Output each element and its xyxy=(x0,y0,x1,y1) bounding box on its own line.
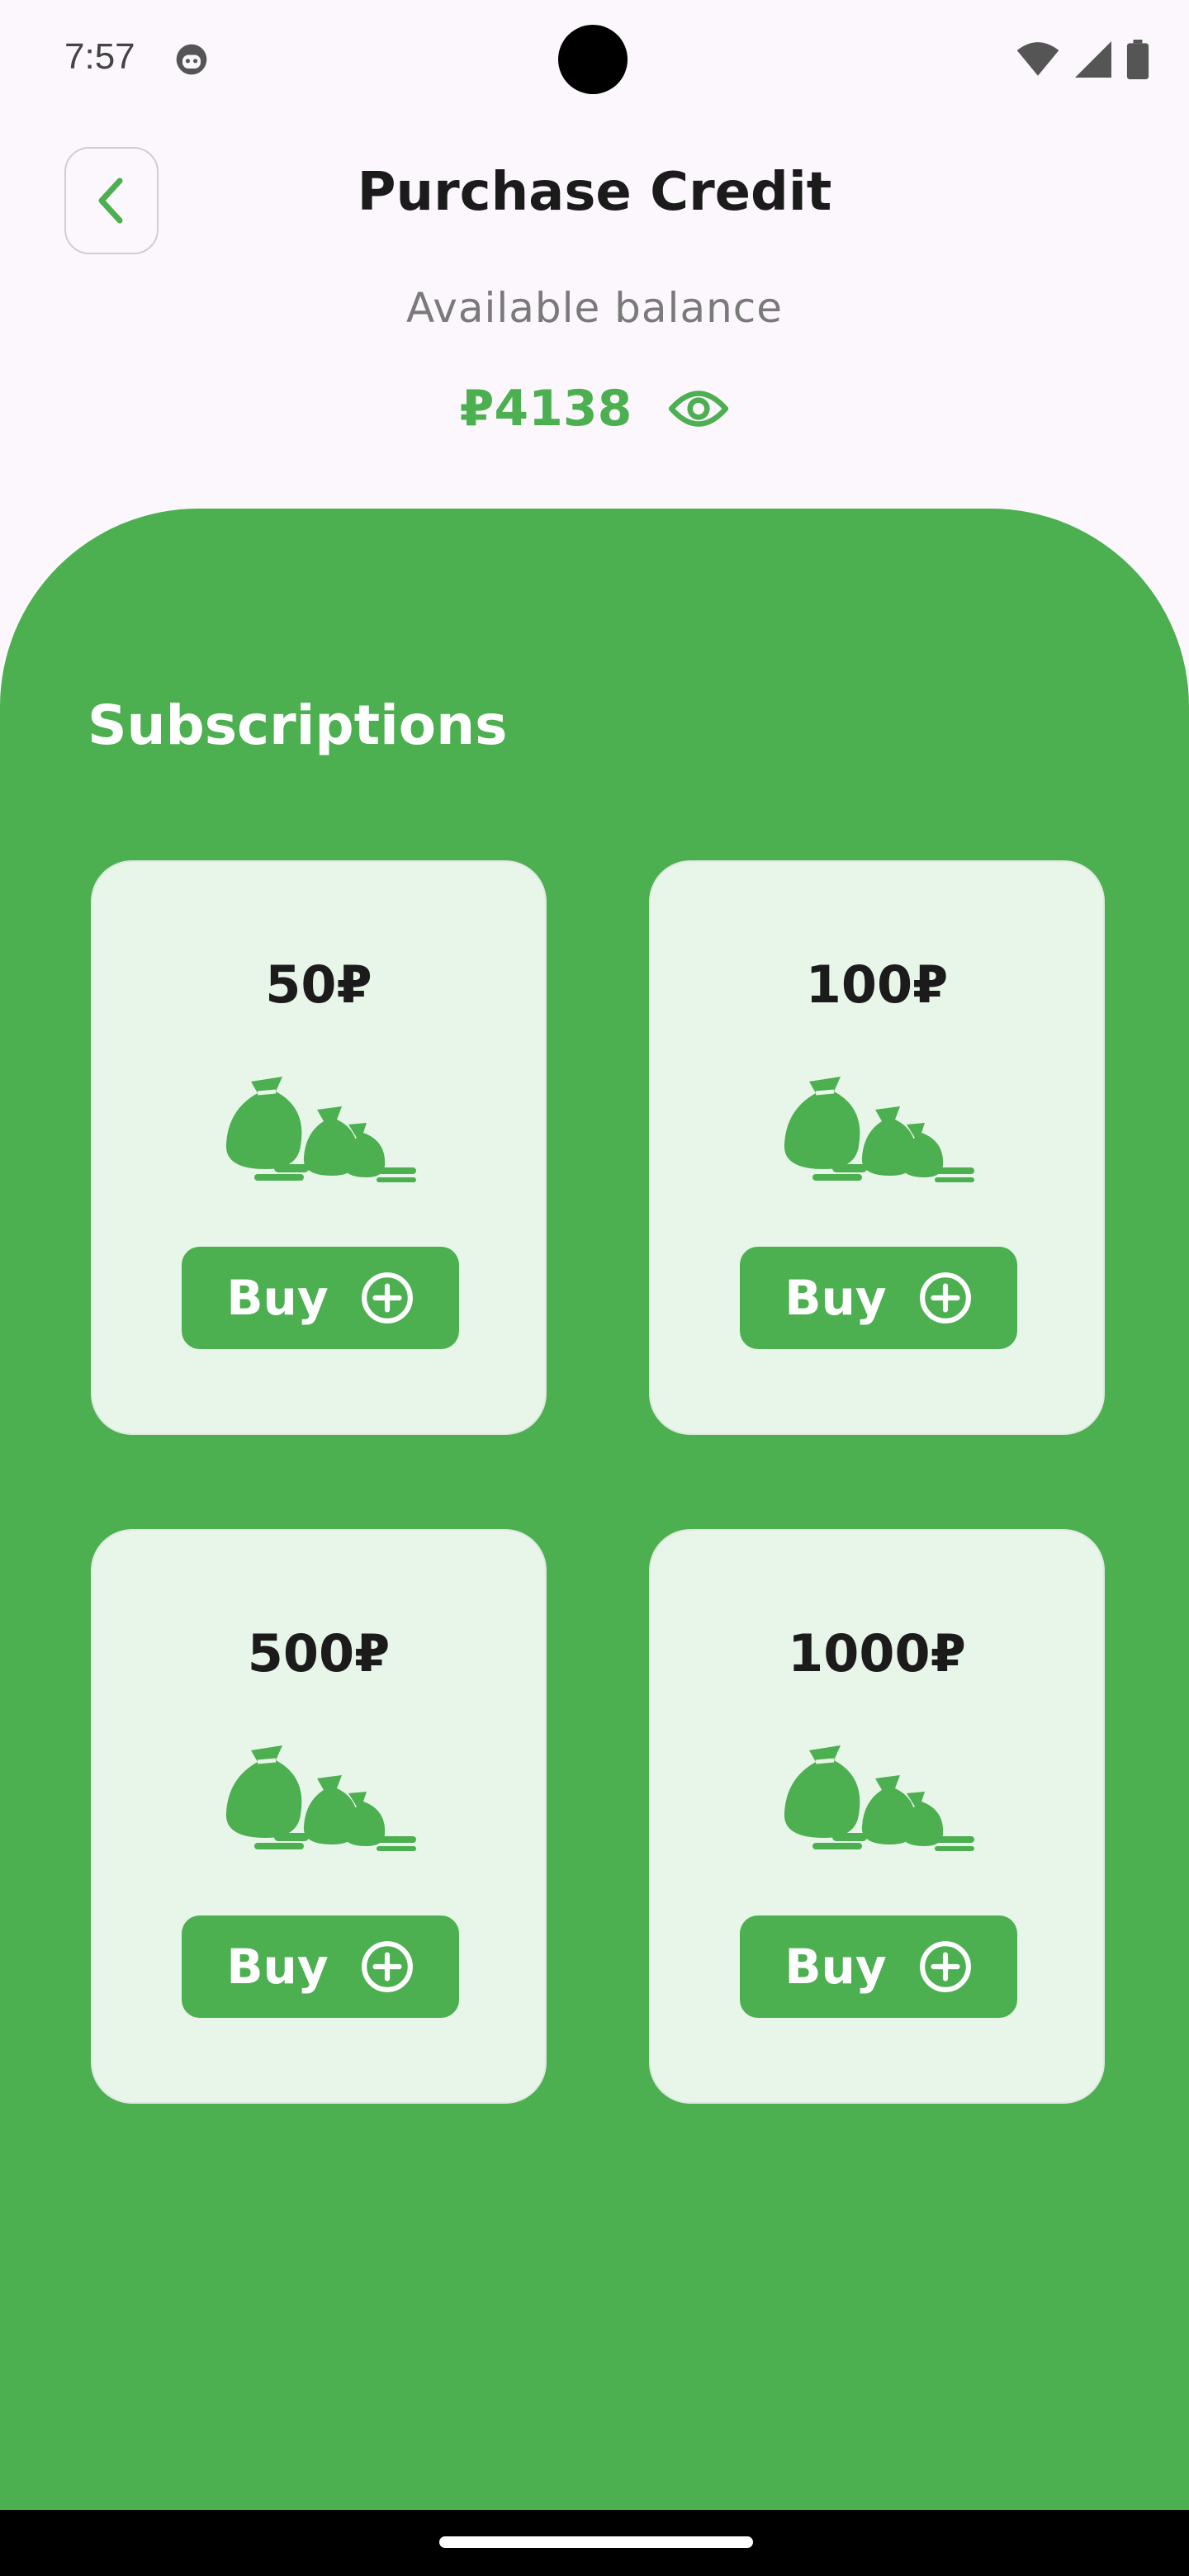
balance-label: Available balance xyxy=(405,284,784,332)
section-title: Subscriptions xyxy=(88,694,508,757)
purchase-credit-screen: 7:57 Purchase Credit Available balance ₽… xyxy=(0,0,1189,2576)
money-bags-icon xyxy=(225,1077,416,1182)
android-face-icon xyxy=(176,44,207,75)
money-bags-icon xyxy=(225,1745,416,1851)
buy-label: Buy xyxy=(784,1939,887,1995)
balance-amount: ₽4138 xyxy=(459,380,632,438)
subscription-card: 1000₽ Buy xyxy=(649,1529,1105,2104)
card-amount: 1000₽ xyxy=(788,1623,966,1683)
buy-label: Buy xyxy=(784,1270,887,1326)
money-bags-icon xyxy=(784,1077,974,1182)
card-amount: 500₽ xyxy=(247,1623,391,1683)
navigation-bar xyxy=(0,2510,1189,2576)
status-bar: 7:57 xyxy=(0,0,1189,124)
camera-cutout xyxy=(558,25,628,94)
subscription-card: 500₽ Buy xyxy=(91,1529,547,2104)
buy-button[interactable]: Buy xyxy=(740,1247,1017,1349)
cellular-signal-icon xyxy=(1075,41,1111,78)
buy-button[interactable]: Buy xyxy=(740,1915,1017,2018)
status-icons xyxy=(1016,40,1149,79)
buy-label: Buy xyxy=(226,1270,329,1326)
plus-circle-icon xyxy=(919,1941,971,1992)
plus-circle-icon xyxy=(919,1272,971,1324)
plus-circle-icon xyxy=(361,1272,413,1324)
plus-circle-icon xyxy=(361,1941,413,1992)
buy-button[interactable]: Buy xyxy=(182,1915,459,2018)
money-bags-icon xyxy=(784,1745,974,1851)
subscription-card: 50₽ Buy xyxy=(91,860,547,1435)
subscription-card: 100₽ Buy xyxy=(649,860,1105,1435)
card-amount: 50₽ xyxy=(265,954,372,1015)
subscriptions-panel xyxy=(0,509,1189,2510)
buy-label: Buy xyxy=(226,1939,329,1995)
status-time: 7:57 xyxy=(64,36,135,77)
wifi-icon xyxy=(1016,42,1059,76)
eye-icon[interactable] xyxy=(668,387,729,430)
card-amount: 100₽ xyxy=(805,954,949,1015)
home-gesture-handle[interactable] xyxy=(439,2536,753,2548)
balance-row: ₽4138 xyxy=(0,380,1189,438)
buy-button[interactable]: Buy xyxy=(182,1247,459,1349)
page-title: Purchase Credit xyxy=(357,162,832,223)
battery-icon xyxy=(1126,40,1149,79)
